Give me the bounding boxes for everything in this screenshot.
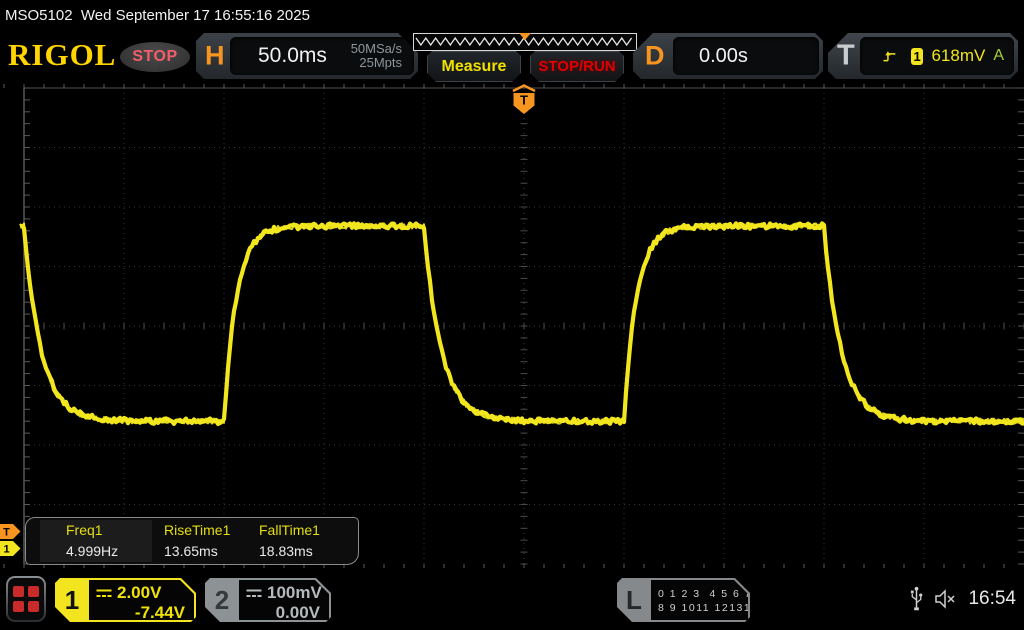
logic-body: 0 1 2 3 4 5 6 7 8 9 1011 12131415 (651, 580, 748, 620)
measurement-label: FallTime1 (259, 522, 355, 538)
horizontal-inner: 50.0ms 50MSa/s 25Mpts (230, 37, 414, 75)
sample-rate-block: 50MSa/s 25Mpts (351, 42, 414, 70)
dc-coupling-icon (96, 589, 112, 598)
trigger-settings-box[interactable]: T 1 618mV A (828, 33, 1018, 79)
measure-button-label: Measure (442, 58, 507, 76)
graticule-grid (4, 84, 1024, 568)
trigger-source-badge: 1 (911, 48, 924, 65)
sample-rate: 50MSa/s (351, 42, 402, 56)
overview-trigger-position-icon (519, 33, 531, 40)
delay-inner: 0.00s (673, 37, 819, 75)
menu-grid-button[interactable] (6, 576, 46, 622)
waveform-overview-strip[interactable] (413, 33, 637, 51)
menu-grid-icon (8, 578, 44, 620)
logic-row-bottom: 8 9 1011 12131415 (651, 601, 748, 615)
channel2-body: 100mV 0.00V (239, 580, 329, 620)
trigger-sweep-mode: A (993, 47, 1014, 65)
channel2-number: 2 (205, 578, 239, 622)
timebase-value: 50.0ms (230, 44, 351, 68)
measurement-label: Freq1 (66, 522, 162, 538)
channel1-number: 1 (55, 578, 89, 622)
bottom-bar: 1 2.00V -7.44V 2 (0, 568, 1024, 630)
measurement-item: RiseTime1 13.65ms (164, 522, 260, 559)
channel2-offset: 0.00V (239, 603, 329, 623)
trigger-position-letter: T (520, 93, 528, 108)
oscilloscope-screen: MSO5102 Wed September 17 16:55:16 2025 R… (0, 0, 1024, 630)
trigger-level-marker[interactable]: T (0, 524, 21, 539)
measurement-value: 4.999Hz (66, 543, 162, 559)
usb-icon (909, 585, 924, 613)
channel1-body: 2.00V -7.44V (89, 580, 194, 620)
trigger-slope-icon (882, 48, 897, 65)
measurement-item: Freq1 4.999Hz (66, 522, 162, 559)
header-bar: RIGOL STOP H 50.0ms 50MSa/s 25Mpts Measu… (0, 30, 1024, 84)
model-and-datetime: MSO5102 Wed September 17 16:55:16 2025 (0, 7, 310, 24)
horizontal-label: H (205, 41, 225, 72)
channel1-scale: 2.00V (117, 583, 161, 603)
status-icons: 16:54 (909, 568, 1016, 630)
stop-run-button-label: STOP/RUN (538, 58, 615, 75)
delay-label: D (645, 41, 665, 72)
delay-settings-box[interactable]: D 0.00s (633, 33, 823, 79)
trigger-inner: 1 618mV A (860, 37, 1014, 75)
speaker-muted-icon (934, 589, 958, 609)
memory-depth: 25Mpts (351, 56, 402, 70)
title-bar: MSO5102 Wed September 17 16:55:16 2025 (0, 0, 1024, 30)
acquisition-status-text: STOP (132, 48, 177, 66)
channel1-offset: -7.44V (89, 603, 194, 623)
measurement-value: 18.83ms (259, 543, 355, 559)
channel1-waveform-trace (20, 223, 1024, 424)
channel1-flag-letter: 1 (3, 544, 9, 556)
delay-value: 0.00s (673, 45, 748, 68)
measurement-label: RiseTime1 (164, 522, 260, 538)
channel1-ground-marker[interactable]: 1 (0, 541, 21, 556)
logic-channels-box[interactable]: L 0 1 2 3 4 5 6 7 8 9 1011 12131415 (617, 578, 750, 622)
channel1-status-box[interactable]: 1 2.00V -7.44V (55, 578, 196, 622)
logic-row-top: 0 1 2 3 4 5 6 7 (651, 587, 748, 601)
measurement-results-panel[interactable]: Freq1 4.999Hz RiseTime1 13.65ms FallTime… (25, 517, 359, 565)
channel2-scale: 100mV (267, 583, 322, 603)
channel2-status-box[interactable]: 2 100mV 0.00V (205, 578, 331, 622)
clock: 16:54 (968, 588, 1016, 610)
measurement-value: 13.65ms (164, 543, 260, 559)
trigger-level-letter: T (3, 527, 10, 539)
rigol-logo: RIGOL (8, 37, 116, 73)
waveform-display: T T 1 (0, 84, 1024, 568)
trigger-level-value: 618mV (931, 46, 985, 66)
horizontal-settings-box[interactable]: H 50.0ms 50MSa/s 25Mpts (196, 33, 418, 79)
stop-run-button[interactable]: STOP/RUN (530, 51, 624, 82)
measurement-item: FallTime1 18.83ms (259, 522, 355, 559)
logic-label: L (617, 578, 651, 622)
trigger-position-marker[interactable]: T (513, 86, 535, 115)
trigger-label: T (837, 40, 855, 73)
measure-button[interactable]: Measure (427, 51, 521, 82)
dc-coupling-icon (246, 589, 262, 598)
acquisition-status-badge: STOP (120, 42, 190, 72)
